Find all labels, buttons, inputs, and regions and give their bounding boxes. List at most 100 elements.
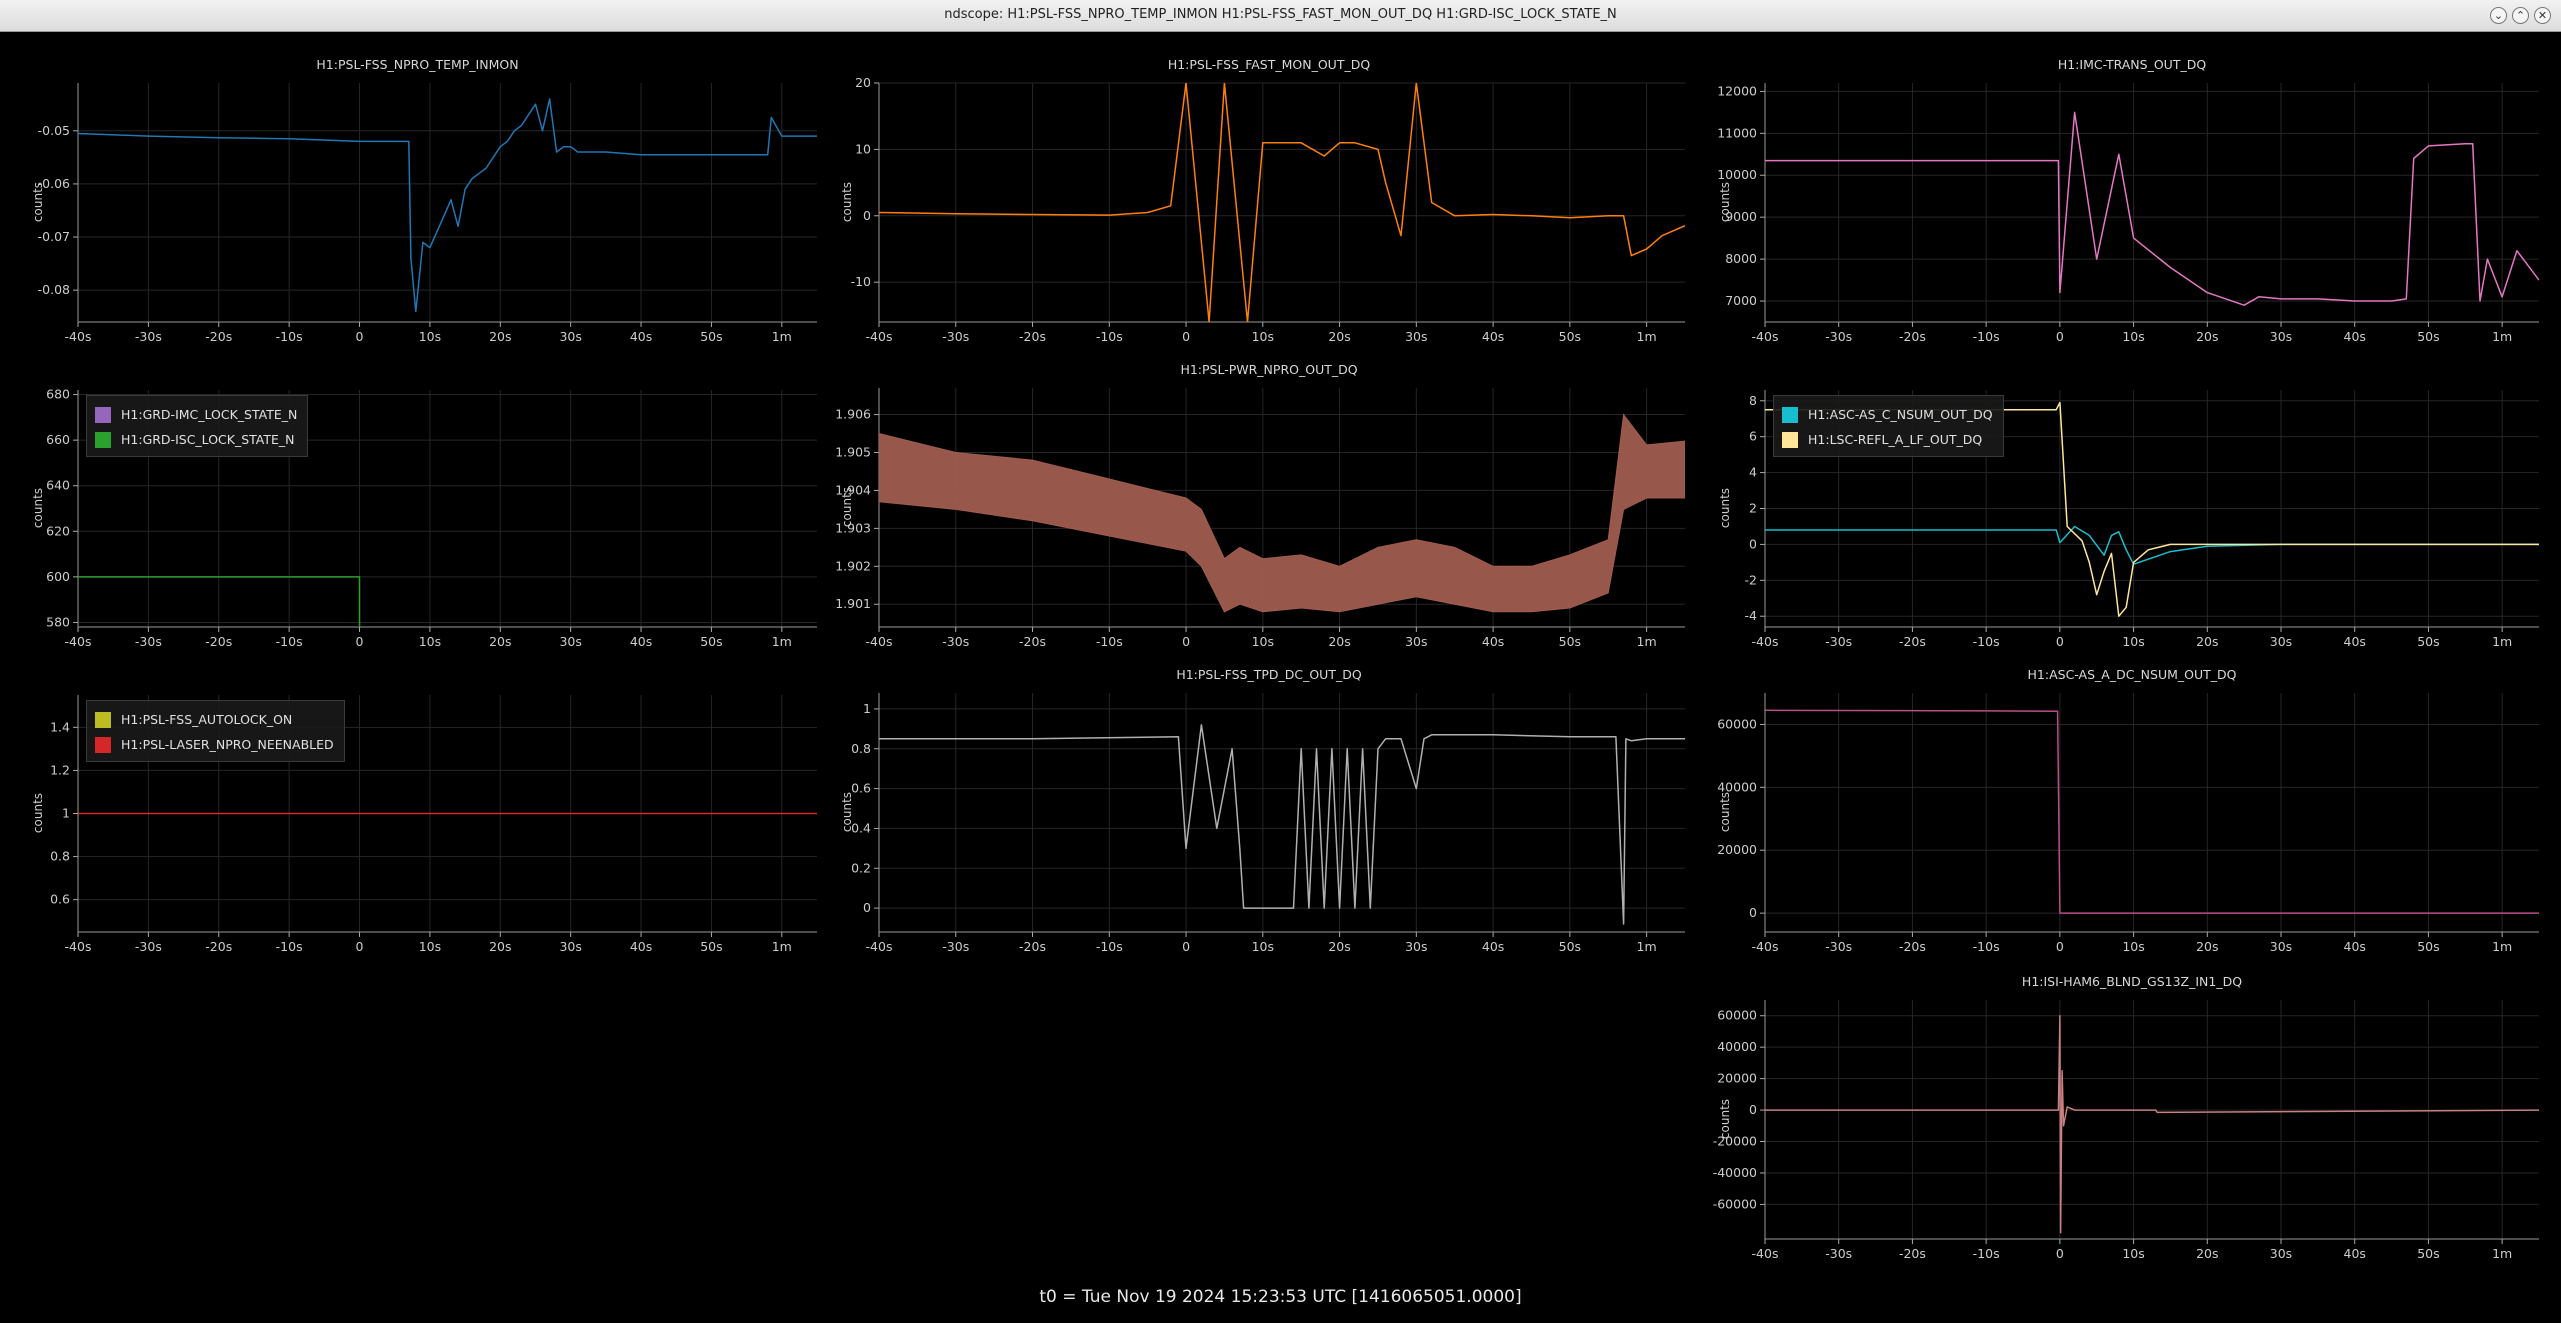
plot-canvas[interactable]: -40s -30s -20s -10s 0 10s 20s 30s 40s 50s 1m 1 0.8 0.… <box>835 665 1703 970</box>
x-tick-label: 50s <box>2417 329 2439 344</box>
x-tick-label: 10s <box>1252 939 1274 954</box>
y-tick-label: 600 <box>46 569 70 584</box>
y-tick-label: 0 <box>863 900 871 915</box>
x-tick-label: 1m <box>2492 634 2512 649</box>
x-tick-label: 10s <box>2122 634 2144 649</box>
t0-status: t0 = Tue Nov 19 2024 15:23:53 UTC [14160… <box>1039 1287 1522 1307</box>
x-tick-label: 0 <box>356 329 364 344</box>
x-tick-label: 1m <box>2492 939 2512 954</box>
x-tick-label: -30s <box>942 634 969 649</box>
y-tick-label: 0.2 <box>851 860 871 875</box>
x-tick-label: 50s <box>700 939 722 954</box>
panel-npro-temp[interactable]: H1:PSL-FSS_NPRO_TEMP_INMON counts -40s -30s… <box>0 55 835 360</box>
y-tick-label: 680 <box>46 387 70 402</box>
legend-item[interactable]: H1:ASC-AS_C_NSUM_OUT_DQ <box>1782 402 1993 427</box>
panel-npro-power[interactable]: H1:PSL-PWR_NPRO_OUT_DQ counts -40s -30s -20s… <box>835 360 1703 665</box>
y-tick-label: -10 <box>851 274 871 289</box>
x-tick-label: 20s <box>489 634 511 649</box>
series-line <box>879 724 1685 925</box>
x-tick-label: 50s <box>1559 634 1581 649</box>
legend-item[interactable]: H1:GRD-IMC_LOCK_STATE_N <box>95 402 297 427</box>
y-tick-label: 0.8 <box>851 741 871 756</box>
x-tick-label: 20s <box>2196 1246 2218 1261</box>
color-swatch-icon <box>1782 431 1798 448</box>
y-tick-label: -0.05 <box>38 123 70 138</box>
x-tick-label: -40s <box>65 939 92 954</box>
panel-guardian-state[interactable]: counts -40s -30s -20s -10s 0 10s 20s 30s 40s 50s 1m… <box>0 360 835 665</box>
axes <box>1764 693 2539 933</box>
legend-label: H1:ASC-AS_C_NSUM_OUT_DQ <box>1808 407 1993 422</box>
x-tick-label: -20s <box>205 634 232 649</box>
panel-as-refl[interactable]: counts -40s -30s -20s -10s 0 10s 20s 30s 40s 50s 1m… <box>1703 360 2561 665</box>
series-line <box>1765 1014 2539 1234</box>
panel-imc-trans[interactable]: H1:IMC-TRANS_OUT_DQ counts -40s -30s -20s -10… <box>1703 55 2561 360</box>
y-tick-label: -2 <box>1745 572 1757 587</box>
series-line <box>1765 525 2539 565</box>
panel-tpd-dc[interactable]: H1:PSL-FSS_TPD_DC_OUT_DQ counts -40s -30s -2… <box>835 665 1703 970</box>
y-tick-label: 0 <box>1749 905 1757 920</box>
x-tick-label: -30s <box>135 329 162 344</box>
legend-label: H1:PSL-LASER_NPRO_NEENABLED <box>121 737 334 752</box>
legend[interactable]: H1:GRD-IMC_LOCK_STATE_N H1:GRD-ISC_LOCK_S… <box>86 395 309 457</box>
minimize-button[interactable]: ⌄ <box>2490 7 2507 24</box>
x-tick-label: -30s <box>942 939 969 954</box>
color-swatch-icon <box>95 406 111 423</box>
x-tick-label: 0 <box>2056 939 2064 954</box>
x-tick-label: -10s <box>1973 1246 2000 1261</box>
x-tick-label: 0 <box>1182 634 1190 649</box>
plot-canvas[interactable]: -40s -30s -20s -10s 0 10s 20s 30s 40s 50s 1m 12000 1… <box>1703 55 2561 360</box>
color-swatch-icon <box>95 431 111 448</box>
panel-fast-mon[interactable]: H1:PSL-FSS_FAST_MON_OUT_DQ counts -40s -30s… <box>835 55 1703 360</box>
y-tick-label: -0.08 <box>38 282 70 297</box>
panel-ham6-gs13[interactable]: H1:ISI-HAM6_BLND_GS13Z_IN1_DQ counts -40s -… <box>1703 972 2561 1277</box>
plot-canvas[interactable]: -40s -30s -20s -10s 0 10s 20s 30s 40s 50s 1m 1.906 1… <box>835 360 1703 665</box>
x-tick-label: 10s <box>419 634 441 649</box>
legend[interactable]: H1:PSL-FSS_AUTOLOCK_ON H1:PSL-LASER_NPRO_… <box>86 700 345 762</box>
x-tick-label: 40s <box>1482 939 1504 954</box>
x-tick-label: 1m <box>1637 634 1657 649</box>
panel-autolock[interactable]: counts -40s -30s -20s -10s 0 10s 20s 30s 40s 50s 1m… <box>0 665 835 970</box>
panel-as-a-dc[interactable]: H1:ASC-AS_A_DC_NSUM_OUT_DQ counts -40s -30s… <box>1703 665 2561 970</box>
x-tick-label: 50s <box>700 329 722 344</box>
window-titlebar: ndscope: H1:PSL-FSS_NPRO_TEMP_INMON H1:P… <box>0 0 2561 32</box>
x-tick-label: -10s <box>1096 939 1123 954</box>
axes <box>878 693 1685 933</box>
x-tick-label: -10s <box>1096 329 1123 344</box>
legend-item[interactable]: H1:PSL-FSS_AUTOLOCK_ON <box>95 707 334 732</box>
x-tick-label: 40s <box>2344 1246 2366 1261</box>
axes <box>1764 83 2539 323</box>
x-tick-label: -40s <box>65 329 92 344</box>
x-tick-label: -10s <box>1973 939 2000 954</box>
x-tick-label: 30s <box>559 329 581 344</box>
x-tick-label: 50s <box>1559 329 1581 344</box>
legend-item[interactable]: H1:GRD-ISC_LOCK_STATE_N <box>95 427 297 452</box>
legend-item[interactable]: H1:LSC-REFL_A_LF_OUT_DQ <box>1782 427 1993 452</box>
plot-canvas[interactable]: -40s -30s -20s -10s 0 10s 20s 30s 40s 50s 1m -0.05 -… <box>0 55 835 360</box>
y-tick-label: 12000 <box>1717 83 1757 98</box>
x-tick-label: 1m <box>2492 1246 2512 1261</box>
y-tick-label: 1.906 <box>835 407 871 422</box>
y-tick-label: -0.07 <box>38 229 70 244</box>
y-tick-label: 11000 <box>1717 125 1757 140</box>
y-tick-label: 40000 <box>1717 1039 1757 1054</box>
plot-canvas[interactable]: -40s -30s -20s -10s 0 10s 20s 30s 40s 50s 1m 60000 4… <box>1703 665 2561 970</box>
x-tick-label: 30s <box>1405 329 1427 344</box>
x-tick-label: -30s <box>1825 329 1852 344</box>
y-tick-label: -40000 <box>1713 1165 1757 1180</box>
x-tick-label: -10s <box>276 939 303 954</box>
color-swatch-icon <box>1782 406 1798 423</box>
plot-canvas[interactable]: -40s -30s -20s -10s 0 10s 20s 30s 40s 50s 1m 20 10 0 -… <box>835 55 1703 360</box>
plot-canvas[interactable]: -40s -30s -20s -10s 0 10s 20s 30s 40s 50s 1m 60000 4… <box>1703 972 2561 1277</box>
x-tick-label: 10s <box>2122 939 2144 954</box>
x-tick-label: -10s <box>1973 634 2000 649</box>
close-button[interactable]: ✕ <box>2534 7 2551 24</box>
x-tick-label: 1m <box>772 634 792 649</box>
legend[interactable]: H1:ASC-AS_C_NSUM_OUT_DQ H1:LSC-REFL_A_LF_… <box>1773 395 2004 457</box>
x-tick-label: -20s <box>1899 634 1926 649</box>
y-tick-label: 2 <box>1749 501 1757 516</box>
y-tick-label: 0.6 <box>50 892 70 907</box>
y-tick-label: 660 <box>46 432 70 447</box>
legend-item[interactable]: H1:PSL-LASER_NPRO_NEENABLED <box>95 732 334 757</box>
maximize-button[interactable]: ⌃ <box>2512 7 2529 24</box>
y-tick-label: 10000 <box>1717 167 1757 182</box>
